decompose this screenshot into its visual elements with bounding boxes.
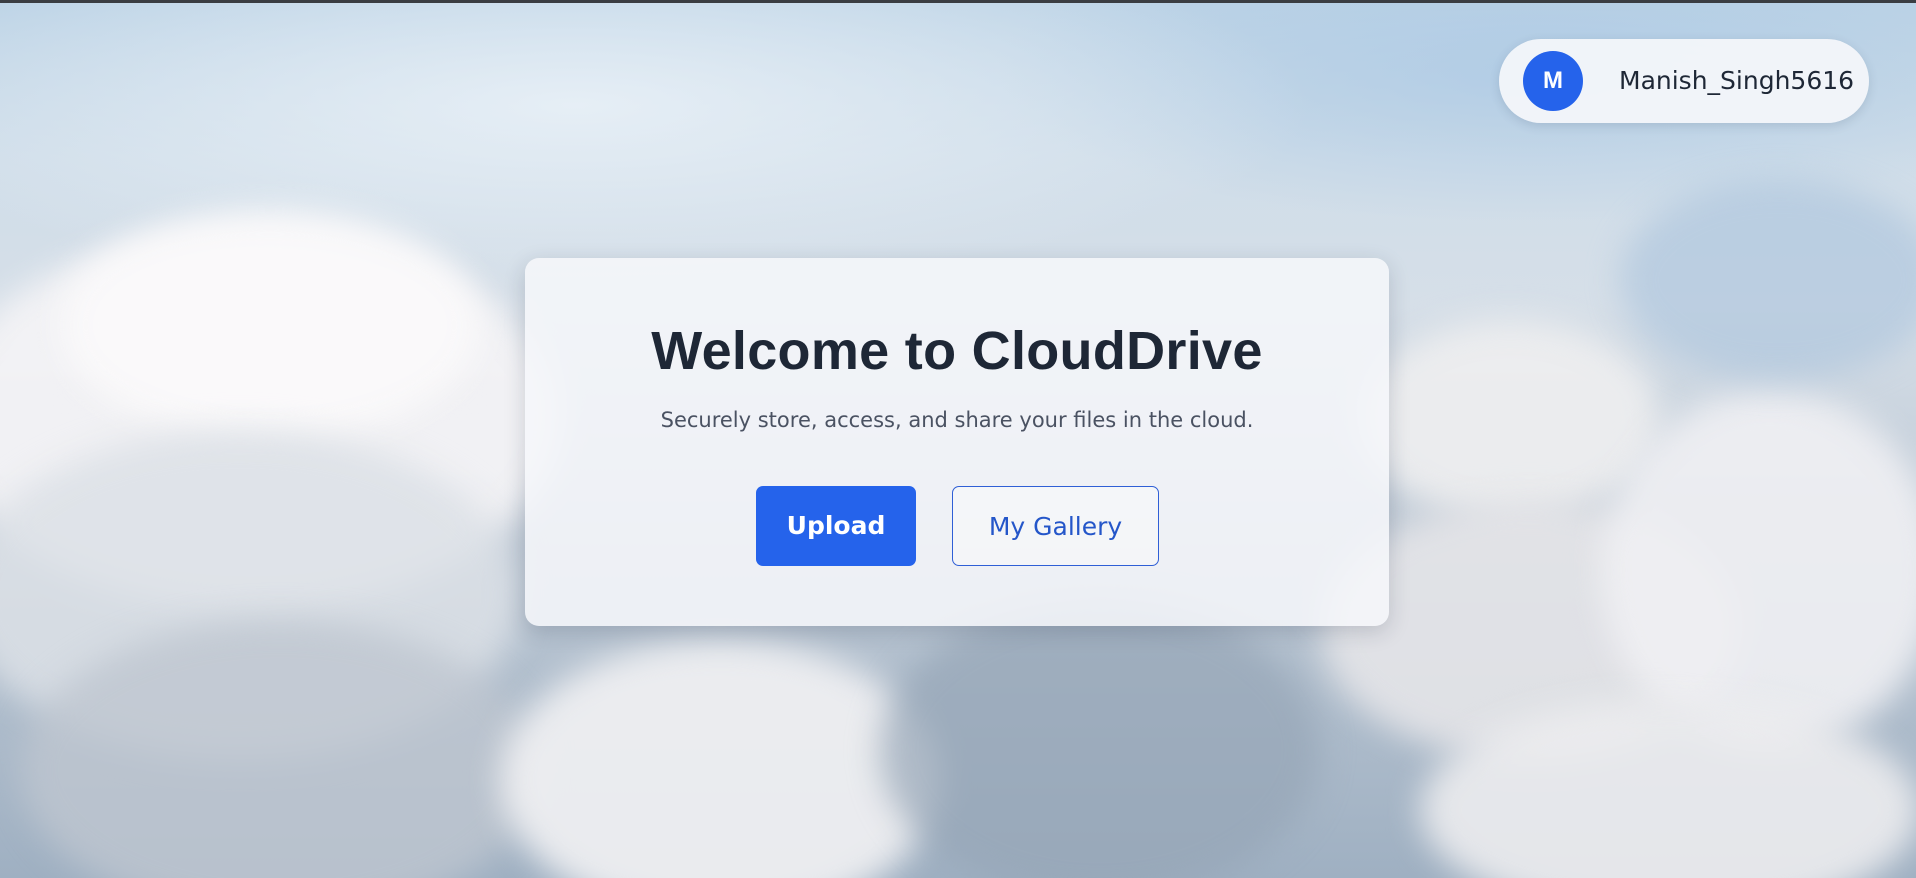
avatar[interactable]: M: [1523, 51, 1583, 111]
window-top-border: [0, 0, 1916, 3]
my-gallery-button[interactable]: My Gallery: [952, 486, 1159, 566]
page-title: Welcome to CloudDrive: [651, 321, 1263, 381]
welcome-card: Welcome to CloudDrive Securely store, ac…: [525, 258, 1389, 626]
action-buttons: Upload My Gallery: [525, 486, 1389, 566]
username-label: Manish_Singh5616: [1619, 66, 1855, 95]
user-profile-pill[interactable]: M Manish_Singh5616: [1499, 39, 1869, 123]
upload-button[interactable]: Upload: [756, 486, 916, 566]
page-subtitle: Securely store, access, and share your f…: [660, 408, 1254, 432]
